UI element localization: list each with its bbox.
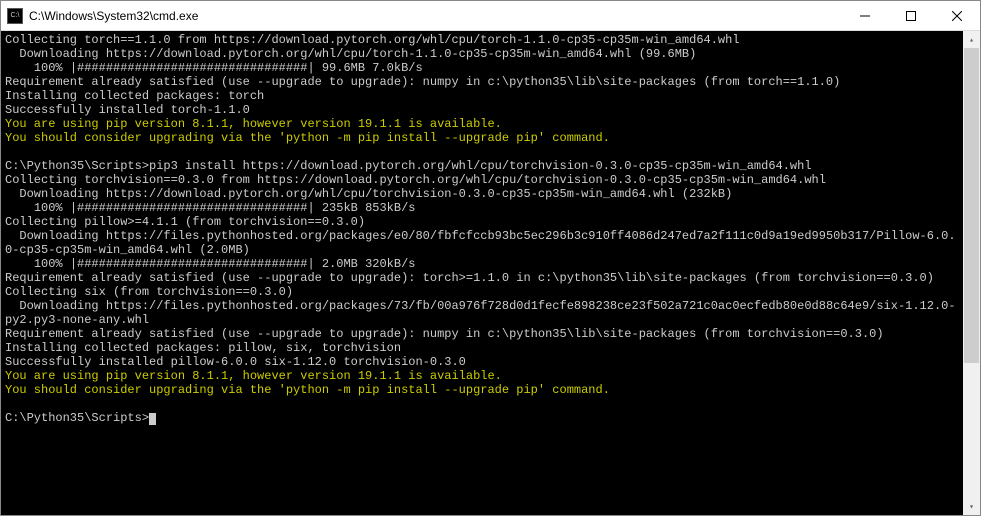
close-button[interactable]: [934, 1, 980, 30]
terminal-line: Downloading https://download.pytorch.org…: [5, 47, 959, 61]
terminal-line: Collecting pillow>=4.1.1 (from torchvisi…: [5, 215, 959, 229]
terminal-line: Requirement already satisfied (use --upg…: [5, 75, 959, 89]
close-icon: [952, 11, 962, 21]
terminal-line: Collecting six (from torchvision==0.3.0): [5, 285, 959, 299]
scroll-track[interactable]: [963, 48, 980, 498]
terminal-line: 100% |################################| …: [5, 257, 959, 271]
maximize-button[interactable]: [888, 1, 934, 30]
terminal-line: You should consider upgrading via the 'p…: [5, 131, 959, 145]
terminal-line: Requirement already satisfied (use --upg…: [5, 271, 959, 285]
scroll-thumb[interactable]: [964, 48, 979, 363]
window-controls: [842, 1, 980, 30]
vertical-scrollbar[interactable]: ▴ ▾: [963, 31, 980, 515]
terminal-line: [5, 145, 959, 159]
terminal-line: Collecting torchvision==0.3.0 from https…: [5, 173, 959, 187]
terminal-line: Successfully installed torch-1.1.0: [5, 103, 959, 117]
cmd-icon: C:\: [7, 8, 23, 24]
terminal-line: Downloading https://files.pythonhosted.o…: [5, 229, 959, 257]
terminal-area: Collecting torch==1.1.0 from https://dow…: [1, 31, 980, 515]
minimize-icon: [860, 11, 870, 21]
terminal-line: Installing collected packages: torch: [5, 89, 959, 103]
terminal-line: You are using pip version 8.1.1, however…: [5, 369, 959, 383]
maximize-icon: [906, 11, 916, 21]
terminal-line: Collecting torch==1.1.0 from https://dow…: [5, 33, 959, 47]
terminal-line: Downloading https://files.pythonhosted.o…: [5, 299, 959, 327]
terminal-line: [5, 397, 959, 411]
minimize-button[interactable]: [842, 1, 888, 30]
prompt-line[interactable]: C:\Python35\Scripts>: [5, 411, 959, 425]
terminal-line: Successfully installed pillow-6.0.0 six-…: [5, 355, 959, 369]
terminal-line: You are using pip version 8.1.1, however…: [5, 117, 959, 131]
terminal-line: 100% |################################| …: [5, 61, 959, 75]
terminal-line: Downloading https://download.pytorch.org…: [5, 187, 959, 201]
terminal-line: You should consider upgrading via the 'p…: [5, 383, 959, 397]
terminal-line: C:\Python35\Scripts>pip3 install https:/…: [5, 159, 959, 173]
cursor: [149, 413, 156, 425]
terminal-line: 100% |################################| …: [5, 201, 959, 215]
terminal-line: Installing collected packages: pillow, s…: [5, 341, 959, 355]
scroll-down-button[interactable]: ▾: [963, 498, 980, 515]
scroll-up-button[interactable]: ▴: [963, 31, 980, 48]
terminal-line: Requirement already satisfied (use --upg…: [5, 327, 959, 341]
terminal-output[interactable]: Collecting torch==1.1.0 from https://dow…: [1, 31, 963, 515]
prompt-text: C:\Python35\Scripts>: [5, 411, 149, 425]
window-title: C:\Windows\System32\cmd.exe: [29, 9, 842, 23]
titlebar: C:\ C:\Windows\System32\cmd.exe: [1, 1, 980, 31]
